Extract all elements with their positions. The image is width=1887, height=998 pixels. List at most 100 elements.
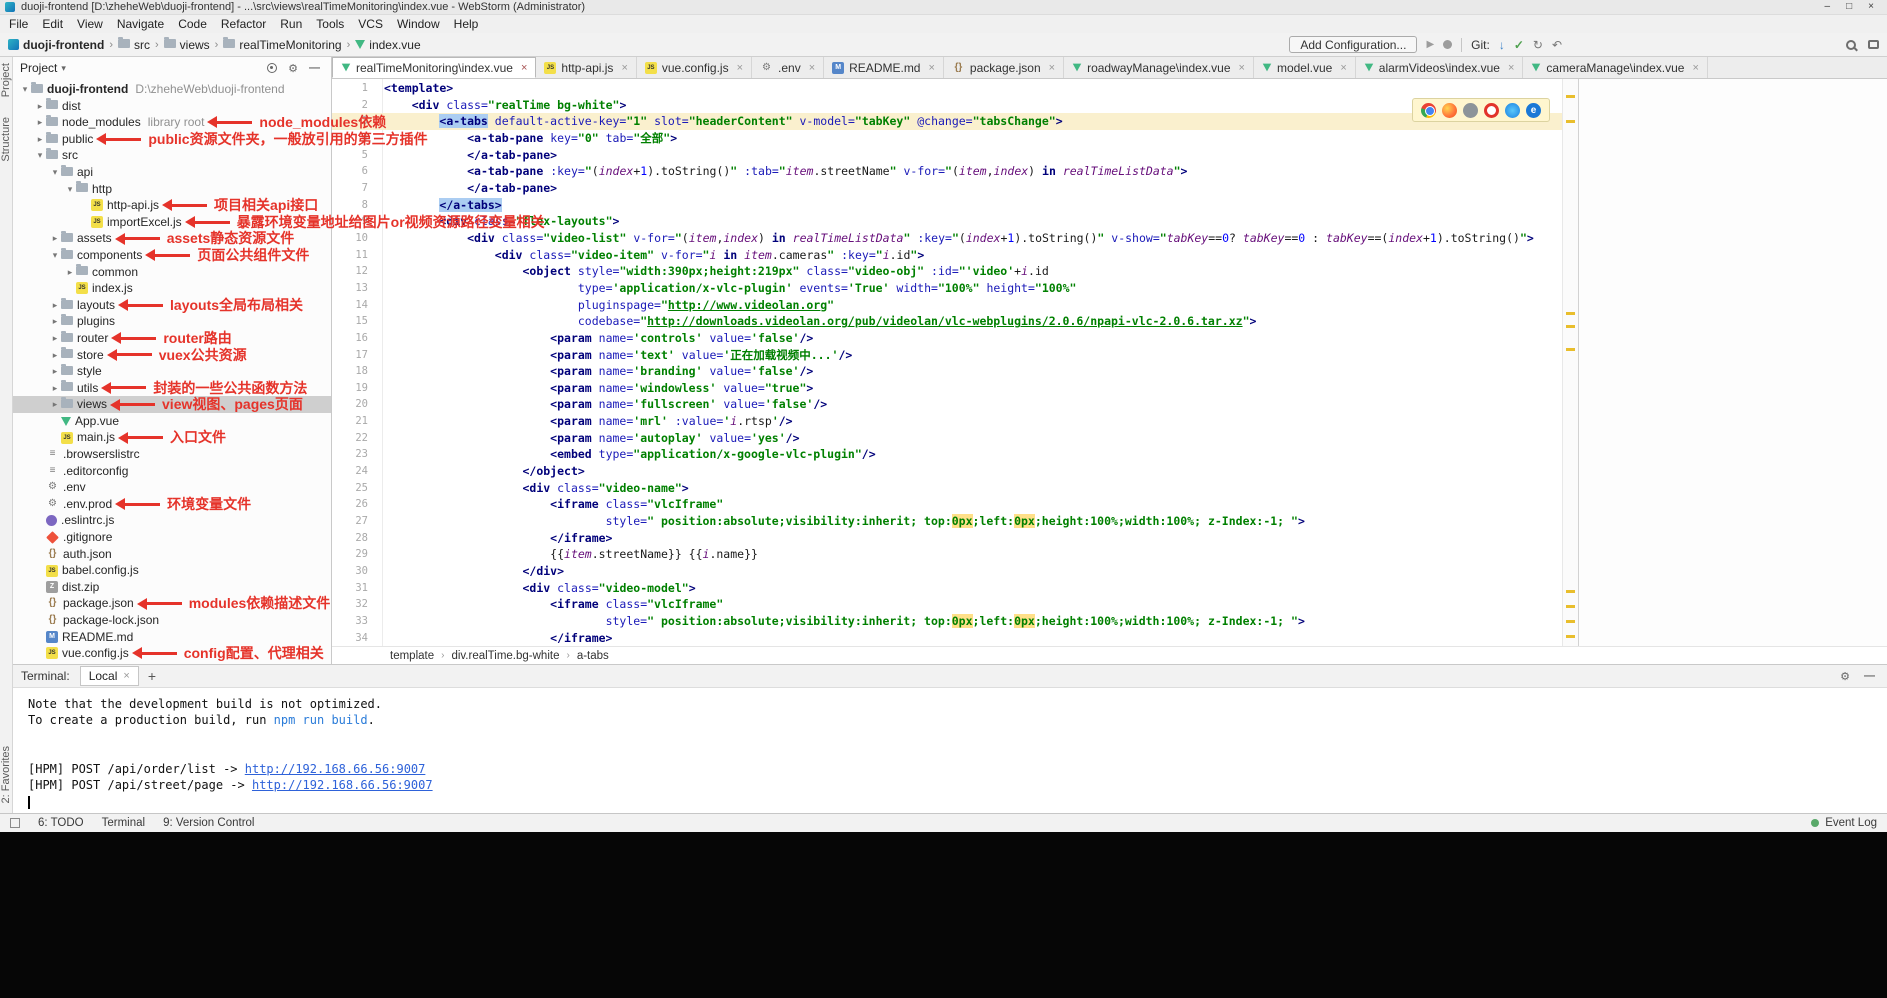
menu-code[interactable]: Code (171, 17, 214, 31)
tab-package-json[interactable]: {}package.json× (944, 57, 1064, 78)
code-line[interactable]: </a-tab-pane> (332, 180, 1578, 197)
history-icon[interactable]: ↻ (1533, 38, 1543, 52)
tree-item-layouts[interactable]: ▸layoutslayouts全局布局相关 (13, 297, 331, 314)
menu-window[interactable]: Window (390, 17, 447, 31)
tree-item-utils[interactable]: ▸utils封装的一些公共函数方法 (13, 380, 331, 397)
code-line[interactable]: <param name='autoplay' value='yes'/> (332, 430, 1578, 447)
terminal-output[interactable]: Note that the development build is not o… (13, 688, 1887, 810)
code-line[interactable]: <div class="video-list" v-for="(item,ind… (332, 230, 1578, 247)
event-log-widget[interactable]: Event Log (1811, 817, 1877, 829)
close-icon[interactable]: × (928, 62, 934, 74)
close-icon[interactable]: × (1049, 62, 1055, 74)
code-line[interactable]: style=" position:absolute;visibility:inh… (332, 513, 1578, 530)
status-9-version-control[interactable]: 9: Version Control (163, 817, 254, 829)
line-number[interactable]: 14 (332, 297, 382, 314)
code-line[interactable]: </a-tabs> (332, 197, 1578, 214)
breadcrumb-item-views[interactable]: views (164, 38, 210, 52)
tree-item-env[interactable]: ⚙.env (13, 479, 331, 496)
terminal-link[interactable]: http://192.168.66.56:9007 (252, 778, 433, 792)
line-number[interactable]: 32 (332, 596, 382, 613)
tree-item-components[interactable]: ▾components页面公共组件文件 (13, 247, 331, 264)
chevron-down-icon[interactable]: ▾ (49, 247, 61, 264)
close-button[interactable]: × (1868, 0, 1874, 14)
tab-cameramanage-index-vue[interactable]: cameraManage\index.vue× (1523, 57, 1708, 78)
code-line[interactable]: <iframe class="vlcIframe" (332, 596, 1578, 613)
line-number[interactable]: 30 (332, 563, 382, 580)
new-terminal-button[interactable]: + (148, 668, 156, 684)
line-number[interactable]: 28 (332, 530, 382, 547)
code-line[interactable]: type='application/x-vlc-plugin' events='… (332, 280, 1578, 297)
default-icon[interactable] (1463, 103, 1478, 118)
chevron-right-icon[interactable]: ▸ (64, 264, 76, 281)
toolwindow-toggle-icon[interactable] (10, 818, 20, 828)
code-line[interactable]: pluginspage="http://www.videolan.org" (332, 297, 1578, 314)
menu-view[interactable]: View (70, 17, 110, 31)
code-line[interactable]: </iframe> (332, 630, 1578, 646)
code-line[interactable]: </div> (332, 563, 1578, 580)
minimize-icon[interactable]: — (1864, 670, 1875, 682)
commit-icon[interactable]: ✓ (1514, 38, 1524, 52)
tree-item-src[interactable]: ▾src (13, 147, 331, 164)
toolwindow-button-project[interactable]: Project (0, 63, 12, 97)
tab-roadwaymanage-index-vue[interactable]: roadwayManage\index.vue× (1064, 57, 1254, 78)
tree-item-node-modules[interactable]: ▸node_moduleslibrary rootnode_modules依赖 (13, 114, 331, 131)
line-number[interactable]: 7 (332, 180, 382, 197)
line-number[interactable]: 22 (332, 430, 382, 447)
tab-model-vue[interactable]: model.vue× (1254, 57, 1356, 78)
tree-item-http[interactable]: ▾http (13, 181, 331, 198)
terminal-tab-local[interactable]: Local × (80, 666, 139, 686)
line-number[interactable]: 16 (332, 330, 382, 347)
chevron-right-icon[interactable]: ▸ (49, 347, 61, 364)
gear-icon[interactable]: ⚙ (1840, 670, 1850, 683)
chevron-right-icon[interactable]: ▸ (34, 131, 46, 148)
line-number[interactable]: 8 (332, 197, 382, 214)
line-number[interactable]: 26 (332, 496, 382, 513)
tab-env[interactable]: ⚙.env× (752, 57, 824, 78)
line-number[interactable]: 5 (332, 147, 382, 164)
safari-icon[interactable] (1505, 103, 1520, 118)
line-number[interactable]: 12 (332, 263, 382, 280)
chevron-down-icon[interactable]: ▾ (61, 63, 66, 74)
code-line[interactable]: <param name='text' value='正在加载视频中...'/> (332, 347, 1578, 364)
menu-vcs[interactable]: VCS (351, 17, 390, 31)
tree-item-duoji-frontend[interactable]: ▾duoji-frontendD:\zheheWeb\duoji-fronten… (13, 81, 331, 98)
tree-item-gitignore[interactable]: .gitignore (13, 529, 331, 546)
line-number[interactable]: 15 (332, 313, 382, 330)
code-line[interactable]: </iframe> (332, 530, 1578, 547)
line-number[interactable]: 24 (332, 463, 382, 480)
tree-item-api[interactable]: ▾api (13, 164, 331, 181)
menu-file[interactable]: File (2, 17, 35, 31)
menu-refactor[interactable]: Refactor (214, 17, 273, 31)
status-terminal[interactable]: Terminal (102, 817, 145, 829)
chevron-down-icon[interactable]: ▾ (64, 181, 76, 198)
breadcrumb-a-tabs[interactable]: a-tabs (577, 650, 609, 662)
chevron-down-icon[interactable]: ▾ (34, 147, 46, 164)
tree-item-vue-config-js[interactable]: JSvue.config.jsconfig配置、代理相关 (13, 645, 331, 662)
code-line[interactable]: <template> (332, 80, 1578, 97)
tab-vue-config-js[interactable]: JSvue.config.js× (637, 57, 752, 78)
code-line[interactable]: <div class="video-item" v-for="i in item… (332, 247, 1578, 264)
tree-item-common[interactable]: ▸common (13, 264, 331, 281)
firefox-icon[interactable] (1442, 103, 1457, 118)
tree-item-app-vue[interactable]: App.vue (13, 413, 331, 430)
close-icon[interactable]: × (123, 670, 129, 682)
terminal-link[interactable]: http://192.168.66.56:9007 (245, 762, 426, 776)
line-number[interactable]: 10 (332, 230, 382, 247)
tree-item-browserslistrc[interactable]: ≡.browserslistrc (13, 446, 331, 463)
line-number[interactable]: 11 (332, 247, 382, 264)
tab-readme-md[interactable]: MREADME.md× (824, 57, 944, 78)
editor-scrollbar[interactable] (1562, 79, 1578, 646)
line-number[interactable]: 18 (332, 363, 382, 380)
close-icon[interactable]: × (1692, 62, 1698, 74)
close-icon[interactable]: × (737, 62, 743, 74)
code-line[interactable]: <a-tabs default-active-key="1" slot="hea… (332, 113, 1578, 130)
line-number[interactable]: 34 (332, 630, 382, 646)
debug-icon[interactable] (1443, 40, 1452, 49)
tree-item-auth-json[interactable]: {}auth.json (13, 546, 331, 563)
code-line[interactable]: <a-tab-pane :key="(index+1).toString()" … (332, 163, 1578, 180)
tab-alarmvideos-index-vue[interactable]: alarmVideos\index.vue× (1356, 57, 1524, 78)
tree-item-router[interactable]: ▸routerrouter路由 (13, 330, 331, 347)
code-line[interactable]: <object style="width:390px;height:219px"… (332, 263, 1578, 280)
code-line[interactable]: <a-tab-pane key="0" tab="全部"> (332, 130, 1578, 147)
tree-item-views[interactable]: ▸viewsview视图、pages页面 (13, 396, 331, 413)
